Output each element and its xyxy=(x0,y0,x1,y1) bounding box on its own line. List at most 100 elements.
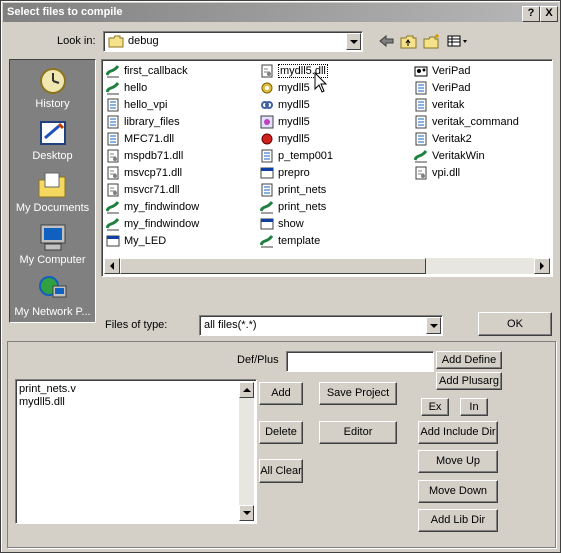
file-item[interactable]: veritak xyxy=(414,96,464,113)
scroll-thumb[interactable] xyxy=(120,258,426,274)
file-item[interactable]: my_findwindow xyxy=(106,215,199,232)
def-plus-input[interactable] xyxy=(286,351,434,372)
place-my-network[interactable]: My Network P... xyxy=(10,274,95,318)
place-history[interactable]: History xyxy=(10,66,95,110)
file-item[interactable]: library_files xyxy=(106,113,180,130)
scroll-right-button[interactable] xyxy=(534,258,550,274)
selected-file-item[interactable]: mydll5.dll xyxy=(19,396,76,409)
selected-files-list[interactable]: print_nets.v mydll5.dll xyxy=(15,379,257,524)
application-icon xyxy=(260,234,274,247)
file-item[interactable]: show xyxy=(260,215,304,232)
file-item[interactable]: hello xyxy=(106,79,147,96)
delete-button[interactable]: Delete xyxy=(259,421,303,444)
file-item[interactable]: MFC71.dll xyxy=(106,130,174,147)
file-item-label: show xyxy=(278,217,304,230)
file-item[interactable]: p_temp001 xyxy=(260,147,333,164)
document-icon xyxy=(415,81,427,94)
scroll-up-button[interactable] xyxy=(239,382,254,398)
file-item-label: print_nets xyxy=(278,200,327,213)
dll-file-icon xyxy=(107,166,119,179)
place-my-computer[interactable]: My Computer xyxy=(10,222,95,266)
file-item[interactable]: vpi.dll xyxy=(414,164,460,181)
file-item[interactable]: mspdb71.dll xyxy=(106,147,183,164)
save-project-button[interactable]: Save Project xyxy=(319,382,397,405)
file-item-label: msvcp71.dll xyxy=(124,166,183,179)
file-item[interactable]: My_LED xyxy=(106,232,166,249)
vertical-scrollbar[interactable] xyxy=(239,382,254,521)
back-arrow-icon[interactable] xyxy=(378,33,396,49)
file-item[interactable]: VeriPad xyxy=(414,62,471,79)
add-button[interactable]: Add xyxy=(259,382,303,405)
files-of-type-label: Files of type: xyxy=(105,319,168,331)
move-up-button[interactable]: Move Up xyxy=(418,450,498,473)
dll-file-icon xyxy=(261,64,273,77)
file-item-label: vpi.dll xyxy=(432,166,461,179)
file-item[interactable]: VeriPad xyxy=(414,79,471,96)
place-desktop[interactable]: Desktop xyxy=(10,118,95,162)
document-icon xyxy=(107,98,119,111)
file-item[interactable]: mydll5 xyxy=(260,79,310,96)
place-desktop-label: Desktop xyxy=(32,150,73,162)
add-lib-dir-button[interactable]: Add Lib Dir xyxy=(418,509,498,532)
ok-button[interactable]: OK xyxy=(478,312,552,336)
files-of-type-dropdown-icon[interactable] xyxy=(426,317,441,334)
file-item[interactable]: my_findwindow xyxy=(106,198,199,215)
file-item-label: veritak_command xyxy=(432,115,519,128)
ex-button[interactable]: Ex xyxy=(421,398,449,416)
document-icon xyxy=(415,115,427,128)
place-my-documents-label: My Documents xyxy=(15,202,90,214)
network-places-icon xyxy=(38,276,66,298)
editor-button[interactable]: Editor xyxy=(319,421,397,444)
application-icon xyxy=(106,81,120,94)
file-item[interactable]: msvcp71.dll xyxy=(106,164,182,181)
document-icon xyxy=(107,132,119,145)
add-plusarg-button[interactable]: Add Plusarg xyxy=(436,372,502,390)
gear-icon xyxy=(261,82,273,93)
document-icon xyxy=(261,183,273,196)
file-item[interactable]: msvcr71.dll xyxy=(106,181,180,198)
in-button[interactable]: In xyxy=(460,398,488,416)
look-in-select[interactable]: debug xyxy=(103,31,363,52)
files-of-type-select[interactable]: all files(*.*) xyxy=(199,315,443,336)
files-of-type-value: all files(*.*) xyxy=(204,319,257,331)
file-item[interactable]: first_callback xyxy=(106,62,188,79)
file-item[interactable]: veritak_command xyxy=(414,113,519,130)
place-my-documents[interactable]: My Documents xyxy=(10,170,95,214)
file-item[interactable]: print_nets xyxy=(260,198,326,215)
file-item[interactable]: hello_vpi xyxy=(106,96,167,113)
horizontal-scrollbar[interactable] xyxy=(104,258,550,274)
red-ball-icon xyxy=(261,133,273,144)
file-item-label: veritak xyxy=(432,98,465,111)
look-in-value: debug xyxy=(128,35,159,47)
help-button[interactable]: ? xyxy=(522,6,540,22)
all-clear-button[interactable]: All Clear xyxy=(259,459,303,483)
file-item[interactable]: mydll5 xyxy=(260,130,310,147)
file-item-label: hello xyxy=(124,81,148,94)
file-item-label: template xyxy=(278,234,321,247)
new-folder-icon[interactable] xyxy=(423,33,441,49)
move-down-button[interactable]: Move Down xyxy=(418,480,498,503)
up-folder-icon[interactable] xyxy=(400,33,418,49)
look-in-dropdown-icon[interactable] xyxy=(346,33,361,50)
file-item[interactable]: prepro xyxy=(260,164,310,181)
selected-file-item[interactable]: print_nets.v xyxy=(19,383,76,396)
scroll-left-button[interactable] xyxy=(104,258,120,274)
file-item[interactable]: print_nets xyxy=(260,181,326,198)
file-item-label: mspdb71.dll xyxy=(124,149,184,162)
close-button[interactable]: X xyxy=(540,6,558,22)
file-item[interactable]: template xyxy=(260,232,320,249)
file-item[interactable]: Veritak2 xyxy=(414,130,472,147)
file-item[interactable]: mydll5 xyxy=(260,113,310,130)
add-include-dir-button[interactable]: Add Include Dir xyxy=(418,421,498,444)
file-item[interactable]: mydll5 xyxy=(260,96,310,113)
add-define-button[interactable]: Add Define xyxy=(436,351,502,369)
places-bar: History Desktop My Documents My Computer… xyxy=(9,59,96,323)
title-bar: Select files to compile ? X xyxy=(3,3,558,22)
window-title: Select files to compile xyxy=(7,6,123,18)
view-menu-icon[interactable] xyxy=(447,33,469,49)
scroll-down-button[interactable] xyxy=(239,505,254,521)
dll-file-icon xyxy=(107,149,119,162)
file-item[interactable]: VeritakWin xyxy=(414,147,485,164)
place-my-network-label: My Network P... xyxy=(14,306,91,318)
application-icon xyxy=(260,200,274,213)
